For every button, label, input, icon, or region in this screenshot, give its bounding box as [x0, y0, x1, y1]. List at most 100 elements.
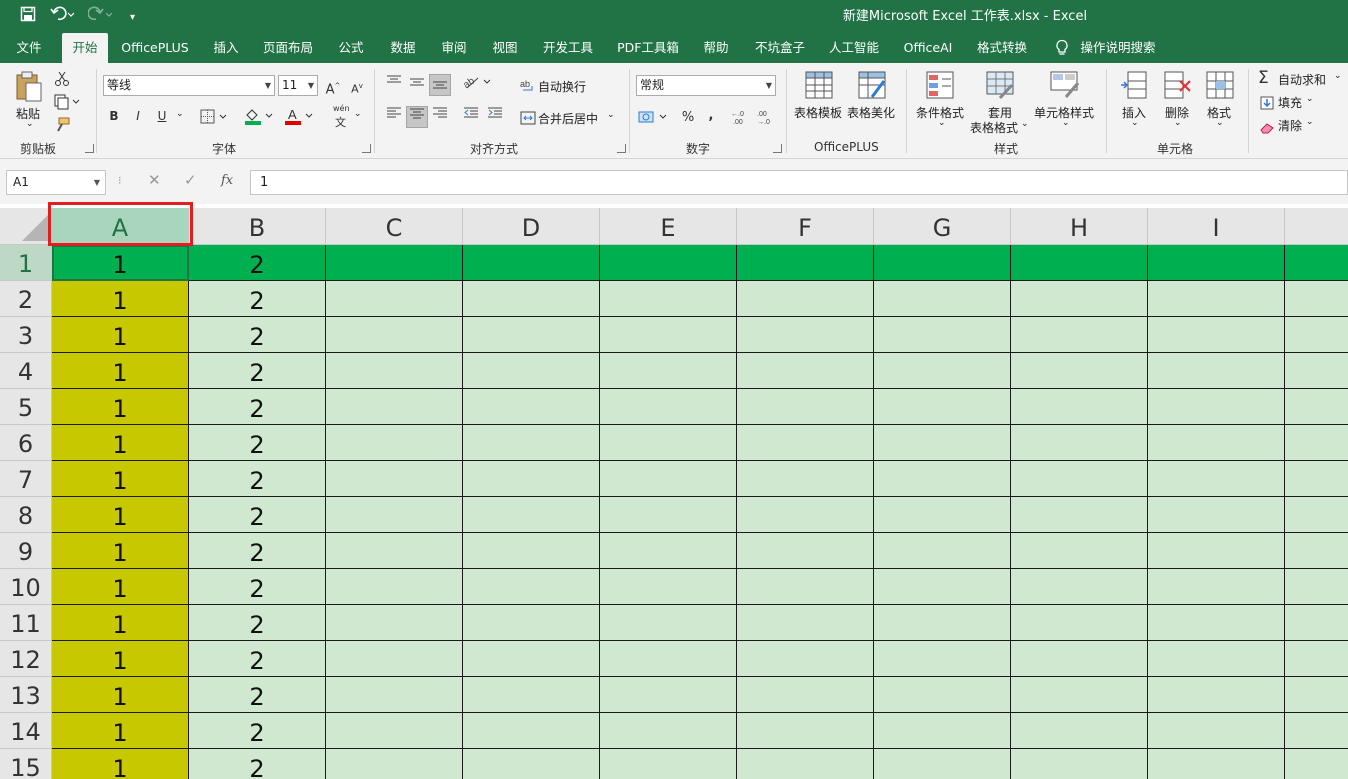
- merge-center-button[interactable]: 合并后居中: [538, 110, 598, 127]
- row-header-7[interactable]: 7: [0, 461, 52, 497]
- tab-help[interactable]: 帮助: [695, 33, 737, 63]
- insert-dropdown-icon[interactable]: ⌄: [1131, 118, 1139, 128]
- cell-h9[interactable]: [1011, 533, 1148, 569]
- cell-c15[interactable]: [326, 749, 463, 779]
- row-header-6[interactable]: 6: [0, 425, 52, 461]
- cell-g6[interactable]: [874, 425, 1011, 461]
- delete-cells-icon[interactable]: [1164, 71, 1192, 103]
- cell-j13[interactable]: [1285, 677, 1348, 713]
- redo-icon[interactable]: [87, 6, 113, 27]
- cell-h14[interactable]: [1011, 713, 1148, 749]
- cell-d15[interactable]: [463, 749, 600, 779]
- cell-i2[interactable]: [1148, 281, 1285, 317]
- undo-icon[interactable]: [50, 6, 75, 27]
- column-header-c[interactable]: C: [326, 208, 463, 245]
- cell-j7[interactable]: [1285, 461, 1348, 497]
- cell-e2[interactable]: [600, 281, 737, 317]
- cell-i15[interactable]: [1148, 749, 1285, 779]
- cell-b10[interactable]: 2: [189, 569, 326, 605]
- autosum-icon[interactable]: Σ: [1258, 68, 1269, 88]
- cell-b2[interactable]: 2: [189, 281, 326, 317]
- cell-i6[interactable]: [1148, 425, 1285, 461]
- cell-a14[interactable]: 1: [52, 713, 189, 749]
- conditional-dropdown-icon[interactable]: ⌄: [938, 118, 946, 128]
- row-header-4[interactable]: 4: [0, 353, 52, 389]
- cell-g15[interactable]: [874, 749, 1011, 779]
- row-header-10[interactable]: 10: [0, 569, 52, 605]
- column-header-g[interactable]: G: [874, 208, 1011, 245]
- cell-f7[interactable]: [737, 461, 874, 497]
- clear-dropdown-icon[interactable]: ⌄: [1306, 117, 1314, 127]
- cell-d14[interactable]: [463, 713, 600, 749]
- eraser-icon[interactable]: [1260, 119, 1274, 138]
- column-header-a[interactable]: A: [52, 208, 189, 245]
- cell-j15[interactable]: [1285, 749, 1348, 779]
- cell-j5[interactable]: [1285, 389, 1348, 425]
- decrease-decimal-icon[interactable]: .00 →.0: [757, 109, 777, 129]
- cell-d8[interactable]: [463, 497, 600, 533]
- cell-c14[interactable]: [326, 713, 463, 749]
- underline-button[interactable]: U: [151, 105, 173, 127]
- cell-e7[interactable]: [600, 461, 737, 497]
- cell-c7[interactable]: [326, 461, 463, 497]
- cell-b1[interactable]: 2: [189, 245, 326, 281]
- cell-d4[interactable]: [463, 353, 600, 389]
- format-painter-icon[interactable]: [54, 117, 70, 137]
- cell-a3[interactable]: 1: [52, 317, 189, 353]
- cell-f11[interactable]: [737, 605, 874, 641]
- cell-d3[interactable]: [463, 317, 600, 353]
- cell-d11[interactable]: [463, 605, 600, 641]
- cell-d7[interactable]: [463, 461, 600, 497]
- tab-home[interactable]: 开始: [62, 33, 108, 63]
- column-header-f[interactable]: F: [737, 208, 874, 245]
- wrap-text-icon[interactable]: ab: [520, 78, 536, 98]
- cell-d6[interactable]: [463, 425, 600, 461]
- cell-g13[interactable]: [874, 677, 1011, 713]
- merge-center-icon[interactable]: [520, 110, 536, 129]
- delete-dropdown-icon[interactable]: ⌄: [1174, 118, 1182, 128]
- cell-f15[interactable]: [737, 749, 874, 779]
- column-header-h[interactable]: H: [1011, 208, 1148, 245]
- cell-h4[interactable]: [1011, 353, 1148, 389]
- cell-e13[interactable]: [600, 677, 737, 713]
- fill-dropdown-icon[interactable]: ⌄: [1306, 94, 1314, 104]
- cancel-icon[interactable]: ✕: [148, 171, 161, 189]
- cell-styles-icon[interactable]: [1050, 71, 1080, 103]
- align-right-icon[interactable]: [429, 106, 451, 128]
- tab-page-layout[interactable]: 页面布局: [258, 33, 318, 63]
- table-template-icon[interactable]: [805, 71, 833, 103]
- cell-a7[interactable]: 1: [52, 461, 189, 497]
- cell-f3[interactable]: [737, 317, 874, 353]
- tell-me-search[interactable]: 操作说明搜索: [1078, 33, 1158, 63]
- percent-style-button[interactable]: %: [677, 107, 699, 129]
- cell-b15[interactable]: 2: [189, 749, 326, 779]
- cell-a12[interactable]: 1: [52, 641, 189, 677]
- cell-d9[interactable]: [463, 533, 600, 569]
- accounting-format-icon[interactable]: [638, 109, 670, 129]
- cell-j2[interactable]: [1285, 281, 1348, 317]
- cell-e12[interactable]: [600, 641, 737, 677]
- row-header-13[interactable]: 13: [0, 677, 52, 713]
- cell-j6[interactable]: [1285, 425, 1348, 461]
- cell-d1[interactable]: [463, 245, 600, 281]
- tab-view[interactable]: 视图: [484, 33, 526, 63]
- cell-e4[interactable]: [600, 353, 737, 389]
- fill-color-icon[interactable]: [244, 107, 278, 129]
- cell-d10[interactable]: [463, 569, 600, 605]
- conditional-formatting-icon[interactable]: [926, 71, 954, 103]
- cell-g2[interactable]: [874, 281, 1011, 317]
- cell-i5[interactable]: [1148, 389, 1285, 425]
- italic-button[interactable]: I: [127, 105, 149, 127]
- cell-g7[interactable]: [874, 461, 1011, 497]
- row-header-14[interactable]: 14: [0, 713, 52, 749]
- paste-dropdown-icon[interactable]: ⌄: [26, 119, 34, 129]
- cell-e11[interactable]: [600, 605, 737, 641]
- cell-c3[interactable]: [326, 317, 463, 353]
- column-header-overflow[interactable]: [1285, 208, 1348, 245]
- cell-j1[interactable]: [1285, 245, 1348, 281]
- format-as-table-icon[interactable]: [986, 71, 1014, 103]
- font-color-icon[interactable]: A: [284, 107, 318, 129]
- border-icon[interactable]: [200, 109, 230, 129]
- cell-b12[interactable]: 2: [189, 641, 326, 677]
- cell-h6[interactable]: [1011, 425, 1148, 461]
